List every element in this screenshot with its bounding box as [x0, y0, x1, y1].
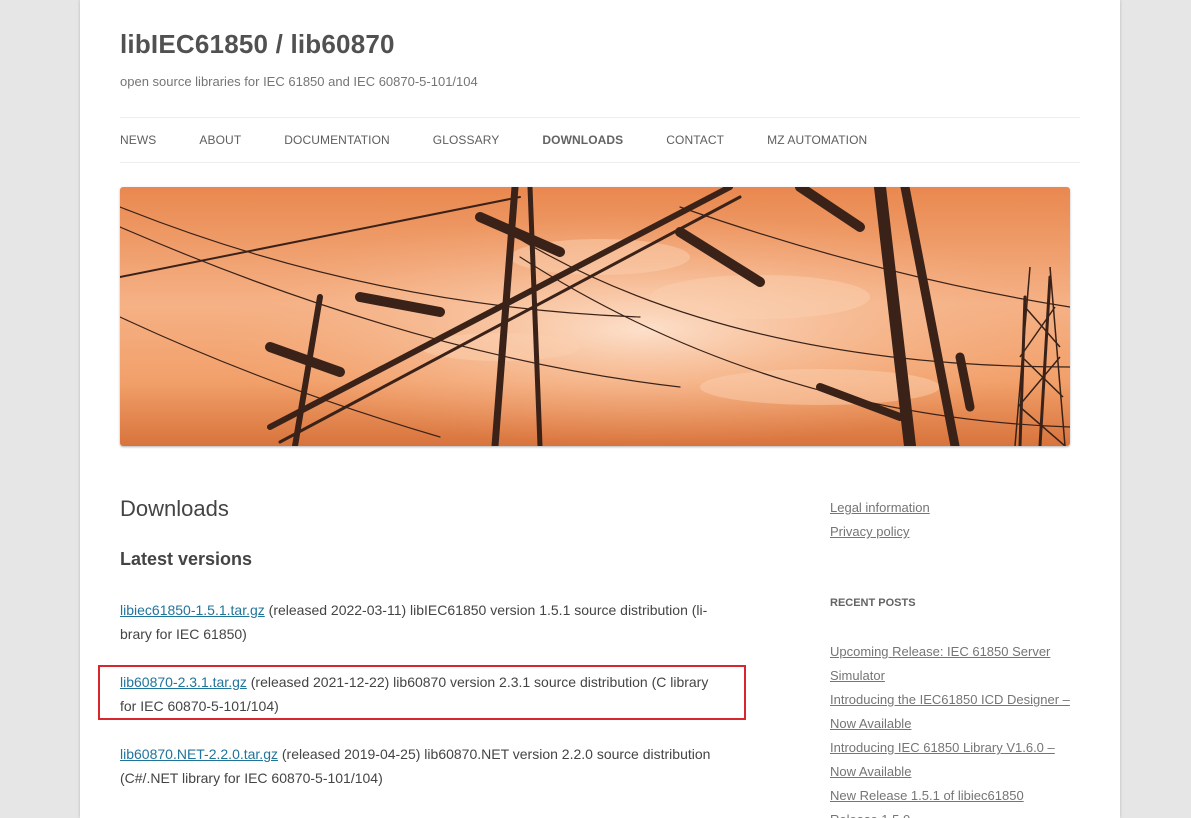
main-navigation: NEWS ABOUT DOCUMENTATION GLOSSARY DOWNLO…	[120, 117, 1080, 163]
recent-post-link[interactable]: Release 1.5.0	[830, 808, 1090, 818]
nav-item-contact[interactable]: CONTACT	[666, 133, 724, 147]
recent-post-line: Now Available	[830, 716, 912, 731]
recent-posts-list: Upcoming Release: IEC 61850 Server Simula…	[830, 640, 1090, 818]
download-description-cont: for IEC 60870-5-101/104)	[120, 698, 279, 714]
download-description-cont: (C#/.NET library for IEC 60870-5-101/104…	[120, 770, 383, 786]
page-container: libIEC61850 / lib60870 open source libra…	[80, 0, 1120, 818]
download-link-lib60870-net[interactable]: lib60870.NET-2.2.0.tar.gz	[120, 746, 278, 762]
nav-item-about[interactable]: ABOUT	[199, 133, 241, 147]
download-item: libiec61850-1.5.1.tar.gz (released 2022-…	[120, 598, 740, 646]
nav-item-glossary[interactable]: GLOSSARY	[433, 133, 500, 147]
recent-post-link[interactable]: Introducing IEC 61850 Library V1.6.0 – No…	[830, 736, 1090, 784]
nav-item-downloads[interactable]: DOWNLOADS	[542, 133, 623, 147]
recent-posts-title: RECENT POSTS	[830, 597, 916, 609]
sidebar-links: Legal information Privacy policy	[830, 496, 1090, 544]
site-title[interactable]: libIEC61850 / lib60870	[120, 29, 395, 60]
download-description: (released 2019-04-25) lib60870.NET versi…	[278, 746, 711, 762]
nav-item-documentation[interactable]: DOCUMENTATION	[284, 133, 390, 147]
privacy-policy-link[interactable]: Privacy policy	[830, 520, 1090, 544]
section-title: Latest versions	[120, 549, 253, 569]
recent-post-line: Introducing the IEC61850 ICD Designer –	[830, 692, 1070, 707]
header-banner-image	[120, 187, 1070, 446]
download-description: (released 2022-03-11) libIEC61850 versio…	[264, 602, 708, 618]
nav-item-news[interactable]: NEWS	[120, 133, 156, 147]
nav-item-mz-automation[interactable]: MZ AUTOMATION	[767, 133, 867, 147]
recent-post-line: Now Available	[830, 764, 912, 779]
recent-post-link[interactable]: Introducing the IEC61850 ICD Designer – N…	[830, 688, 1090, 736]
recent-post-link[interactable]: Upcoming Release: IEC 61850 Server Simula…	[830, 640, 1090, 688]
download-item: lib60870.NET-2.2.0.tar.gz (released 2019…	[120, 742, 740, 790]
download-description-cont: brary for IEC 61850)	[120, 626, 247, 642]
page-title: Downloads	[120, 496, 229, 521]
recent-post-line: Introducing IEC 61850 Library V1.6.0 –	[830, 740, 1055, 755]
download-link-lib60870[interactable]: lib60870-2.3.1.tar.gz	[120, 674, 247, 690]
download-item: lib60870-2.3.1.tar.gz (released 2021-12-…	[120, 670, 740, 718]
site-description: open source libraries for IEC 61850 and …	[120, 74, 478, 89]
download-link-libiec61850[interactable]: libiec61850-1.5.1.tar.gz	[120, 602, 265, 618]
recent-post-line: Simulator	[830, 668, 885, 683]
recent-post-line: Upcoming Release: IEC 61850 Server	[830, 644, 1051, 659]
legal-information-link[interactable]: Legal information	[830, 496, 1090, 520]
download-description: (released 2021-12-22) lib60870 version 2…	[246, 674, 709, 690]
recent-post-link[interactable]: New Release 1.5.1 of libiec61850	[830, 784, 1090, 808]
